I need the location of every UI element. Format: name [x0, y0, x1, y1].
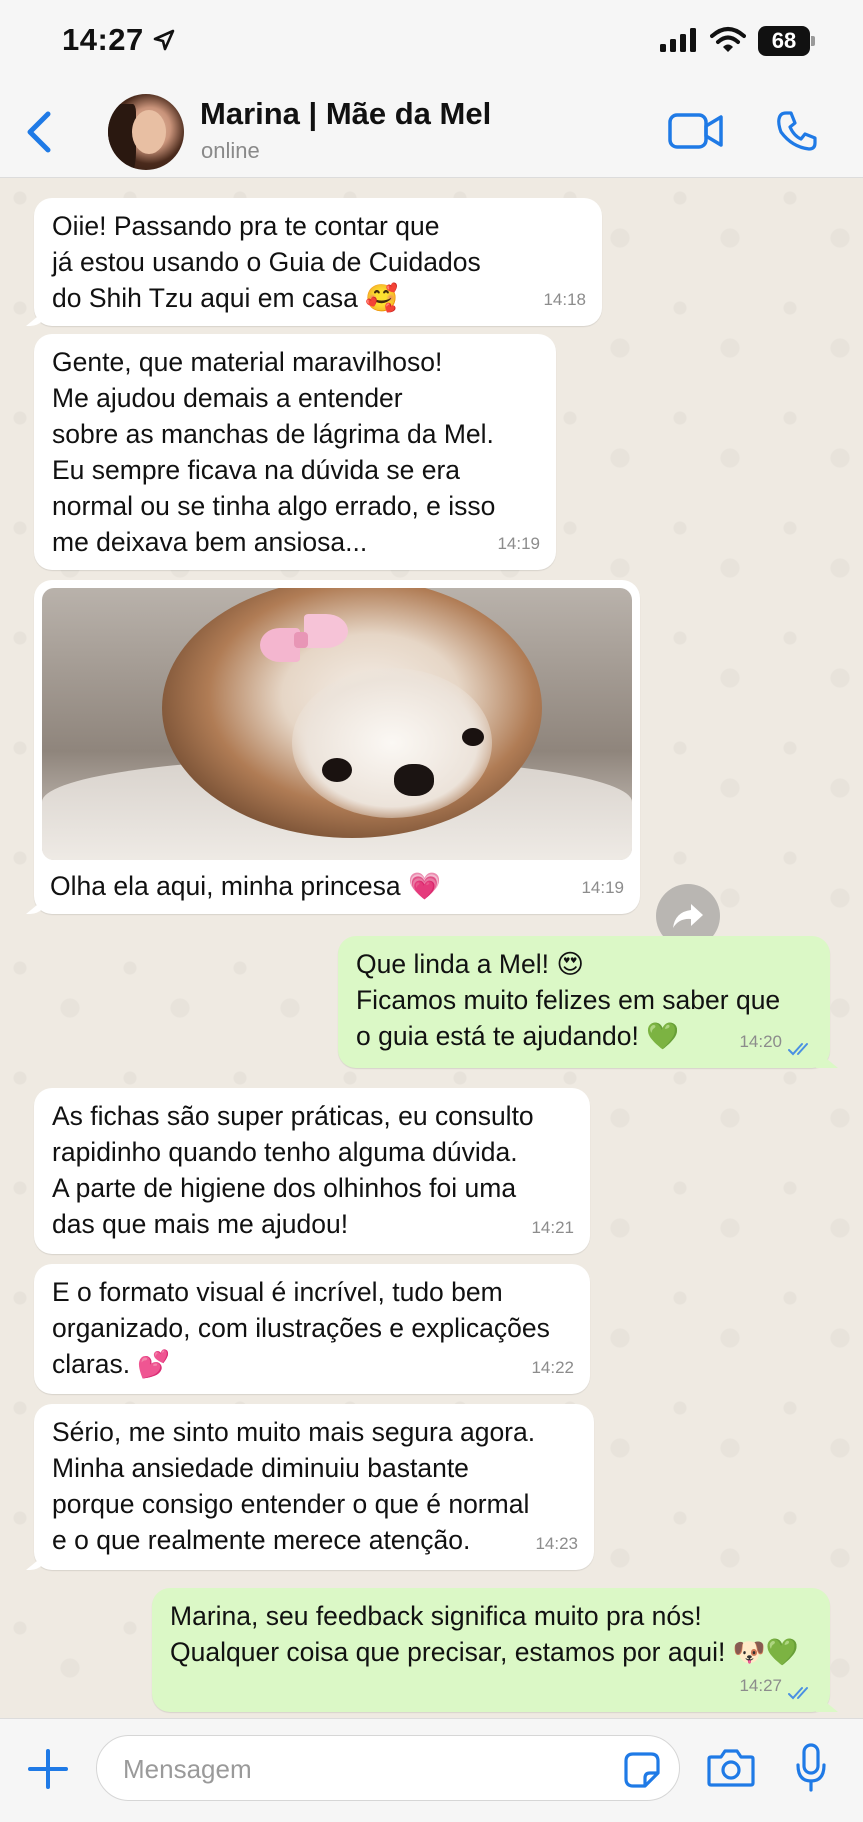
message-time: 14:19 — [581, 878, 624, 897]
message-time: 14:18 — [543, 290, 586, 309]
message-text: Gente, que material maravilhoso! Me ajud… — [52, 347, 496, 557]
message-bubble[interactable]: Gente, que material maravilhoso! Me ajud… — [34, 334, 556, 570]
status-time: 14:27 — [62, 22, 144, 57]
message-bubble[interactable]: As fichas são super práticas, eu consult… — [34, 1088, 590, 1254]
sticker-icon[interactable] — [623, 1751, 661, 1789]
contact-status: online — [201, 138, 260, 163]
message-bubble[interactable]: Sério, me sinto muito mais segura agora.… — [26, 1404, 594, 1570]
battery-indicator: 68 — [758, 26, 815, 56]
message-text: Marina, seu feedback significa muito pra… — [170, 1601, 799, 1667]
avatar[interactable] — [108, 94, 184, 170]
message-time: 14:22 — [531, 1358, 574, 1377]
battery-level: 68 — [758, 26, 810, 56]
contact-name[interactable]: Marina | Mãe da Mel — [200, 96, 491, 132]
message-time: 14:20 — [739, 1032, 782, 1051]
message-text: Sério, me sinto muito mais segura agora.… — [52, 1417, 536, 1555]
message-time: 14:19 — [497, 534, 540, 553]
photo-dog-eye — [462, 728, 484, 746]
camera-icon[interactable] — [707, 1747, 755, 1787]
back-chevron-icon[interactable] — [24, 110, 54, 154]
microphone-icon[interactable] — [794, 1743, 828, 1793]
chat-header: Marina | Mãe da Mel online — [0, 82, 863, 178]
photo-caption: Olha ela aqui, minha princesa 💗 — [50, 871, 441, 901]
input-bar: Mensagem — [0, 1718, 863, 1822]
message-time: 14:23 — [535, 1534, 578, 1553]
bubble-tail — [26, 896, 48, 914]
message-text: Oiie! Passando pra te contar que já esto… — [52, 211, 481, 313]
message-bubble[interactable]: Oiie! Passando pra te contar que já esto… — [26, 198, 602, 326]
photo-bow — [304, 614, 348, 648]
double-check-icon — [788, 1687, 808, 1700]
message-bubble[interactable]: Que linda a Mel! 😍 Ficamos muito felizes… — [338, 936, 838, 1068]
photo-dog-face — [292, 668, 492, 818]
message-time: 14:27 — [739, 1676, 782, 1695]
signal-icon — [660, 28, 696, 52]
location-arrow-icon — [153, 29, 175, 51]
double-check-icon — [788, 1043, 808, 1056]
message-bubble[interactable]: Marina, seu feedback significa muito pra… — [152, 1588, 838, 1712]
bubble-tail — [816, 1050, 838, 1068]
plus-icon[interactable] — [26, 1747, 70, 1791]
bubble-tail — [816, 1694, 838, 1712]
message-text: As fichas são super práticas, eu consult… — [52, 1101, 534, 1239]
bubble-tail — [26, 1552, 48, 1570]
photo-dog-nose — [394, 764, 434, 796]
photo-bow-knot — [294, 632, 308, 648]
battery-cap — [811, 36, 815, 46]
status-bar: 14:27 68 — [0, 0, 863, 82]
message-time: 14:21 — [531, 1218, 574, 1237]
message-input[interactable]: Mensagem — [96, 1735, 680, 1801]
message-text: E o formato visual é incrível, tudo bem … — [52, 1277, 550, 1379]
photo-dog-eye — [322, 758, 352, 782]
wifi-icon — [710, 27, 746, 52]
message-bubble[interactable]: E o formato visual é incrível, tudo bem … — [34, 1264, 590, 1394]
message-placeholder: Mensagem — [123, 1754, 252, 1784]
chat-area[interactable]: Oiie! Passando pra te contar que já esto… — [0, 178, 863, 1718]
forward-icon — [673, 904, 703, 928]
video-call-icon[interactable] — [668, 112, 724, 150]
photo-message-bubble[interactable]: Olha ela aqui, minha princesa 💗 14:19 — [26, 580, 640, 914]
bubble-tail — [26, 308, 48, 326]
phone-icon[interactable] — [776, 110, 818, 152]
dog-photo[interactable] — [42, 588, 632, 860]
avatar-face — [132, 110, 166, 154]
